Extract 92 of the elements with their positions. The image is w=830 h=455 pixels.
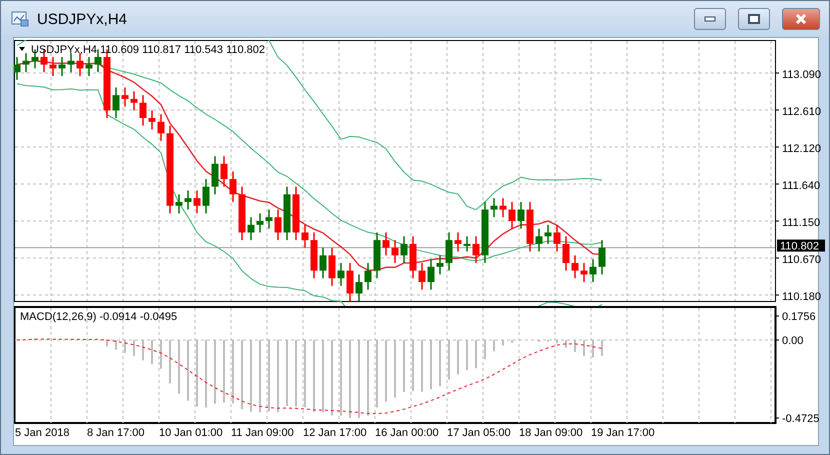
candlestick bbox=[176, 194, 182, 214]
candlestick bbox=[58, 56, 66, 76]
candlestick bbox=[392, 240, 398, 263]
candlestick bbox=[518, 202, 524, 229]
candlestick bbox=[112, 88, 120, 118]
candlestick bbox=[256, 213, 264, 232]
candlestick bbox=[536, 228, 542, 252]
candlestick bbox=[68, 53, 74, 72]
time-axis-label: 11 Jan 09:00 bbox=[231, 427, 295, 439]
candlestick bbox=[410, 236, 416, 278]
candlestick bbox=[22, 53, 30, 72]
candlestick bbox=[580, 262, 588, 282]
window-title: USDJPYx,H4 bbox=[37, 10, 128, 28]
candlestick bbox=[572, 255, 578, 278]
candlestick bbox=[400, 236, 408, 263]
candlestick bbox=[184, 190, 192, 210]
time-axis-label: 19 Jan 17:00 bbox=[591, 427, 656, 439]
close-icon bbox=[795, 14, 807, 24]
candlestick bbox=[220, 156, 228, 187]
price-axis-label: 113.090 bbox=[782, 69, 821, 81]
time-axis-label: 8 Jan 17:00 bbox=[87, 427, 146, 439]
macd-axis-label: -0.4725 bbox=[782, 413, 820, 424]
price-axis-label: 112.610 bbox=[782, 106, 821, 118]
candlestick bbox=[238, 186, 246, 240]
time-axis-label: 18 Jan 09:00 bbox=[519, 427, 584, 439]
close-button[interactable] bbox=[782, 8, 820, 30]
candlestick bbox=[544, 224, 552, 244]
candlestick bbox=[454, 232, 462, 252]
time-axis-label: 12 Jan 17:00 bbox=[303, 427, 368, 439]
candlestick bbox=[446, 232, 452, 271]
candlestick bbox=[428, 259, 434, 290]
candlestick bbox=[346, 262, 354, 302]
candlestick bbox=[490, 198, 498, 218]
candlestick bbox=[328, 248, 336, 286]
maximize-button[interactable] bbox=[738, 8, 770, 30]
price-axis-label: 111.640 bbox=[782, 180, 820, 192]
time-axis-label: 16 Jan 00:00 bbox=[375, 427, 440, 439]
candlestick bbox=[338, 262, 344, 286]
candlestick bbox=[130, 91, 138, 110]
candlestick bbox=[562, 236, 570, 271]
candlestick bbox=[266, 210, 272, 229]
candlestick bbox=[76, 53, 84, 76]
candlestick bbox=[230, 171, 236, 202]
candlestick bbox=[248, 217, 254, 240]
time-axis-label: 17 Jan 05:00 bbox=[447, 427, 512, 439]
chart-legend: USDJPYx,H4 110.609 110.817 110.543 110.802 bbox=[31, 44, 266, 56]
price-axis-label: 110.670 bbox=[782, 254, 821, 266]
macd-legend: MACD(12,26,9) -0.0914 -0.0495 bbox=[20, 311, 178, 323]
candlestick bbox=[482, 202, 488, 263]
current-price-label: 110.802 bbox=[777, 240, 825, 253]
candlestick bbox=[86, 56, 92, 76]
candlestick bbox=[590, 259, 596, 282]
candlestick bbox=[140, 95, 146, 126]
candlestick bbox=[212, 156, 218, 194]
candlestick bbox=[464, 236, 470, 252]
candlestick bbox=[50, 56, 56, 76]
candlestick bbox=[598, 240, 606, 274]
candlestick bbox=[472, 236, 480, 263]
price-axis-label: 110.180 bbox=[782, 291, 821, 304]
candlestick bbox=[202, 179, 210, 214]
minimize-icon bbox=[704, 16, 716, 22]
time-axis-label: 10 Jan 01:00 bbox=[159, 427, 224, 439]
candlestick bbox=[508, 202, 516, 229]
candlestick bbox=[158, 114, 164, 141]
candlestick bbox=[274, 210, 282, 240]
candlestick bbox=[194, 190, 200, 214]
candlestick bbox=[500, 198, 506, 218]
candlestick bbox=[310, 232, 318, 278]
macd-axis-label: 0.00 bbox=[782, 335, 804, 347]
price-axis-label: 112.120 bbox=[782, 143, 821, 155]
macd-axis-label: 0.1756 bbox=[782, 311, 816, 323]
candlestick bbox=[364, 262, 372, 290]
candlestick bbox=[284, 186, 290, 240]
minimize-button[interactable] bbox=[694, 8, 726, 30]
candlestick bbox=[302, 224, 308, 248]
legend-triangle-icon bbox=[19, 47, 25, 51]
candlestick bbox=[122, 88, 128, 107]
price-axis-label: 111.150 bbox=[782, 217, 820, 230]
chart-window-icon bbox=[11, 11, 29, 27]
candlestick bbox=[320, 248, 326, 278]
candlestick bbox=[292, 186, 300, 240]
candlestick bbox=[526, 202, 534, 252]
candlestick bbox=[14, 56, 20, 80]
candlestick bbox=[554, 224, 560, 252]
candlestick bbox=[436, 255, 444, 274]
candlestick bbox=[148, 110, 156, 130]
candlestick bbox=[356, 274, 362, 302]
maximize-icon bbox=[748, 14, 760, 24]
candlestick bbox=[374, 232, 380, 278]
candlestick bbox=[418, 262, 426, 290]
time-axis-label: 5 Jan 2018 bbox=[15, 427, 70, 439]
candlestick bbox=[382, 232, 390, 256]
